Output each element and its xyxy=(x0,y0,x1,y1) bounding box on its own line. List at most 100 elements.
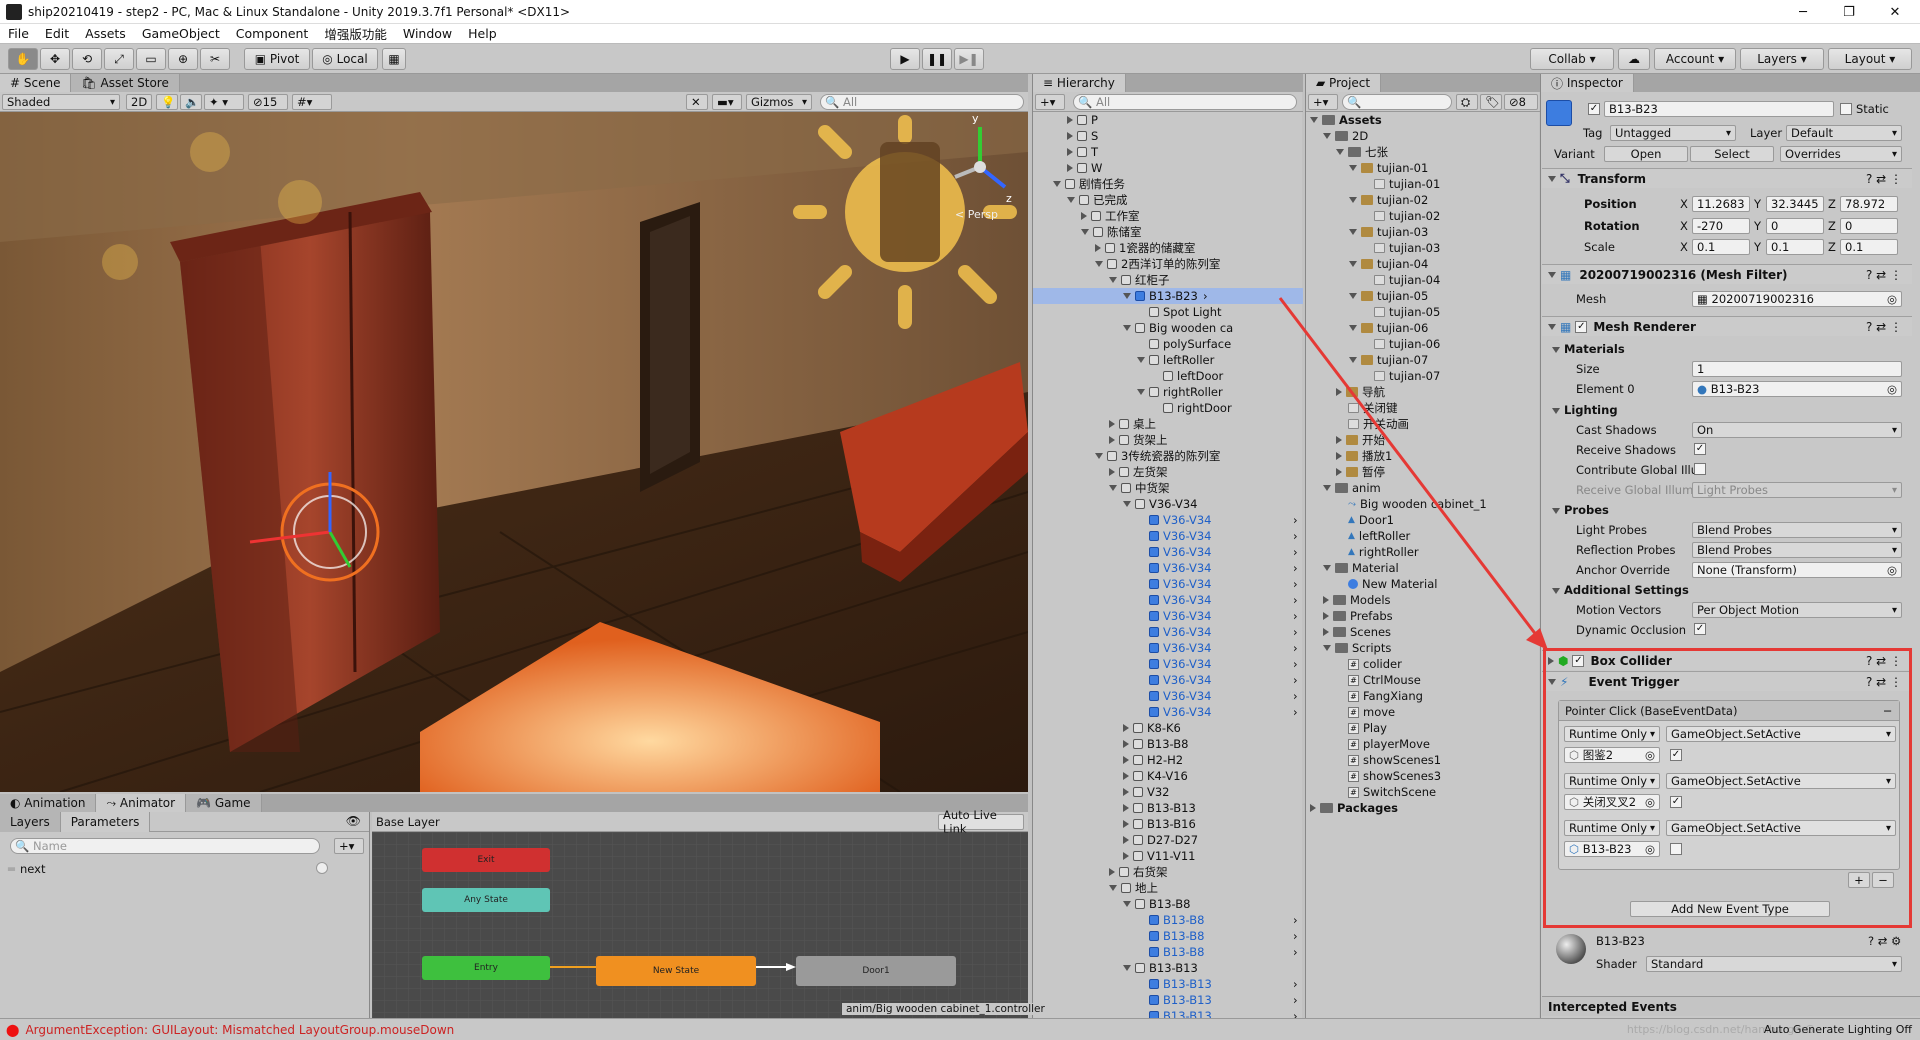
project-search-input[interactable]: 🔍 xyxy=(1342,94,1452,110)
hierarchy-item[interactable]: V36-V34 › xyxy=(1137,512,1303,528)
project-item[interactable]: 开关动画 xyxy=(1336,416,1540,432)
prefab-open-icon[interactable]: › xyxy=(1293,913,1298,927)
hierarchy-item[interactable]: H2-H2 xyxy=(1123,752,1303,768)
axis-label[interactable]: Y xyxy=(1754,240,1761,254)
additional-settings-foldout[interactable]: Additional Settings xyxy=(1552,583,1689,597)
axis-label[interactable]: X xyxy=(1680,240,1688,254)
menu-assets[interactable]: Assets xyxy=(77,26,134,41)
rotate-tool-icon[interactable]: ⟲ xyxy=(72,48,102,70)
collapse-arrow-icon[interactable] xyxy=(1081,212,1087,220)
expand-arrow-icon[interactable] xyxy=(1349,165,1357,171)
hierarchy-item[interactable]: leftRoller xyxy=(1137,352,1303,368)
hierarchy-item[interactable]: 剧情任务 xyxy=(1053,176,1303,192)
meshrenderer-header[interactable]: ▦ ✓ Mesh Renderer ? ⇄ ⋮ xyxy=(1542,316,1912,336)
remove-event-icon[interactable]: ─ xyxy=(1884,704,1891,718)
function-dropdown[interactable]: GameObject.SetActive xyxy=(1666,820,1896,836)
expand-arrow-icon[interactable] xyxy=(1310,117,1318,123)
hierarchy-item[interactable]: V36-V34 › xyxy=(1137,672,1303,688)
materials-foldout[interactable]: Materials xyxy=(1552,342,1625,356)
component-menu-icon[interactable]: ? ⇄ ⋮ xyxy=(1866,320,1902,334)
reflection-probes-dropdown[interactable]: Blend Probes xyxy=(1692,542,1902,558)
state-any[interactable]: Any State xyxy=(422,888,550,912)
project-item[interactable]: tujian-07 xyxy=(1349,352,1540,368)
hierarchy-item[interactable]: B13-B13 xyxy=(1123,800,1303,816)
tab-layers[interactable]: Layers xyxy=(0,812,61,832)
2d-toggle[interactable]: 2D xyxy=(126,94,152,110)
project-item[interactable]: tujian-06 xyxy=(1349,320,1540,336)
hierarchy-item[interactable]: K8-K6 xyxy=(1123,720,1303,736)
step-button[interactable]: ▶❚ xyxy=(954,48,984,70)
project-item[interactable]: tujian-05 xyxy=(1349,288,1540,304)
base-layer-breadcrumb[interactable]: Base Layer xyxy=(376,815,440,829)
project-item[interactable]: ▲ Door1 xyxy=(1336,512,1540,528)
gizmos-dropdown[interactable]: Gizmos xyxy=(746,94,812,110)
expand-arrow-icon[interactable] xyxy=(1323,645,1331,651)
hierarchy-item[interactable]: V36-V34 › xyxy=(1137,640,1303,656)
material-menu-icon[interactable]: ? ⇄ ⚙ xyxy=(1868,934,1901,948)
project-item[interactable]: # SwitchScene xyxy=(1336,784,1540,800)
expand-arrow-icon[interactable] xyxy=(1053,181,1061,187)
collapse-arrow-icon[interactable] xyxy=(1336,452,1342,460)
hierarchy-item[interactable]: 中货架 xyxy=(1109,480,1303,496)
function-dropdown[interactable]: GameObject.SetActive xyxy=(1666,773,1896,789)
open-prefab-button[interactable]: Open xyxy=(1604,146,1688,162)
expand-arrow-icon[interactable] xyxy=(1349,293,1357,299)
custom-tool-icon[interactable]: ✂ xyxy=(200,48,230,70)
hierarchy-item[interactable]: B13-B23 › xyxy=(1033,288,1303,304)
menu-component[interactable]: Component xyxy=(228,26,317,41)
function-dropdown[interactable]: GameObject.SetActive xyxy=(1666,726,1896,742)
hierarchy-item[interactable]: K4-V16 xyxy=(1123,768,1303,784)
maximize-button[interactable]: ❐ xyxy=(1826,0,1872,24)
pivot-button[interactable]: ▣ Pivot xyxy=(244,48,310,70)
expand-arrow-icon[interactable] xyxy=(1349,197,1357,203)
hierarchy-item[interactable]: T xyxy=(1067,144,1303,160)
menu-help[interactable]: Help xyxy=(460,26,505,41)
project-item[interactable]: tujian-06 xyxy=(1362,336,1540,352)
expand-arrow-icon[interactable] xyxy=(1109,485,1117,491)
layout-dropdown[interactable]: Layout ▾ xyxy=(1828,48,1912,70)
project-item[interactable]: 七张 xyxy=(1336,144,1540,160)
expand-arrow-icon[interactable] xyxy=(1349,325,1357,331)
collapse-arrow-icon[interactable] xyxy=(1095,244,1101,252)
prefab-open-icon[interactable]: › xyxy=(1293,993,1298,1007)
object-picker-icon[interactable]: ◎ xyxy=(1645,795,1655,809)
project-item[interactable]: New Material xyxy=(1336,576,1540,592)
project-item[interactable]: ▲ leftRoller xyxy=(1336,528,1540,544)
menu-gameobject[interactable]: GameObject xyxy=(134,26,228,41)
project-item[interactable]: tujian-07 xyxy=(1362,368,1540,384)
meshrenderer-enabled-checkbox[interactable]: ✓ xyxy=(1575,320,1588,333)
object-picker-icon[interactable]: ◎ xyxy=(1645,748,1655,762)
expand-arrow-icon[interactable] xyxy=(1095,261,1103,267)
tab-scene[interactable]: # Scene xyxy=(0,74,72,92)
eye-icon[interactable]: 👁 xyxy=(346,814,361,828)
hierarchy-item[interactable]: leftDoor xyxy=(1151,368,1303,384)
prefab-open-icon[interactable]: › xyxy=(1293,977,1298,991)
project-item[interactable]: tujian-03 xyxy=(1362,240,1540,256)
setactive-checkbox[interactable]: ✓ xyxy=(1670,796,1682,808)
move-tool-icon[interactable]: ✥ xyxy=(40,48,70,70)
collapse-arrow-icon[interactable] xyxy=(1067,132,1073,140)
parameter-search-input[interactable]: 🔍 Name xyxy=(10,838,320,854)
project-item[interactable]: tujian-02 xyxy=(1362,208,1540,224)
expand-arrow-icon[interactable] xyxy=(1323,133,1331,139)
hand-tool-icon[interactable]: ✋ xyxy=(8,48,38,70)
hierarchy-item[interactable]: V36-V34 › xyxy=(1137,624,1303,640)
axis-label[interactable]: Y xyxy=(1754,219,1761,233)
hierarchy-item[interactable]: B13-B13 › xyxy=(1137,992,1303,1008)
hierarchy-item[interactable]: 右货架 xyxy=(1109,864,1303,880)
project-item[interactable]: tujian-02 xyxy=(1349,192,1540,208)
collapse-arrow-icon[interactable] xyxy=(1123,788,1129,796)
prefab-open-icon[interactable]: › xyxy=(1293,529,1298,543)
auto-live-link-toggle[interactable]: Auto Live Link xyxy=(938,808,1024,836)
anchor-override-field[interactable]: None (Transform) ◎ xyxy=(1692,562,1902,578)
tab-project[interactable]: ▰ Project xyxy=(1306,74,1382,92)
collapse-arrow-icon[interactable] xyxy=(1123,836,1129,844)
element0-field[interactable]: ● B13-B23 ◎ xyxy=(1692,381,1902,397)
tab-inspector[interactable]: ⓘ Inspector xyxy=(1541,74,1634,92)
state-entry[interactable]: Entry xyxy=(422,956,550,980)
hierarchy-item[interactable]: 货架上 xyxy=(1109,432,1303,448)
light-probes-dropdown[interactable]: Blend Probes xyxy=(1692,522,1902,538)
prefab-open-icon[interactable]: › xyxy=(1293,689,1298,703)
collapse-arrow-icon[interactable] xyxy=(1323,596,1329,604)
tools-icon[interactable]: ✕ xyxy=(686,94,708,110)
